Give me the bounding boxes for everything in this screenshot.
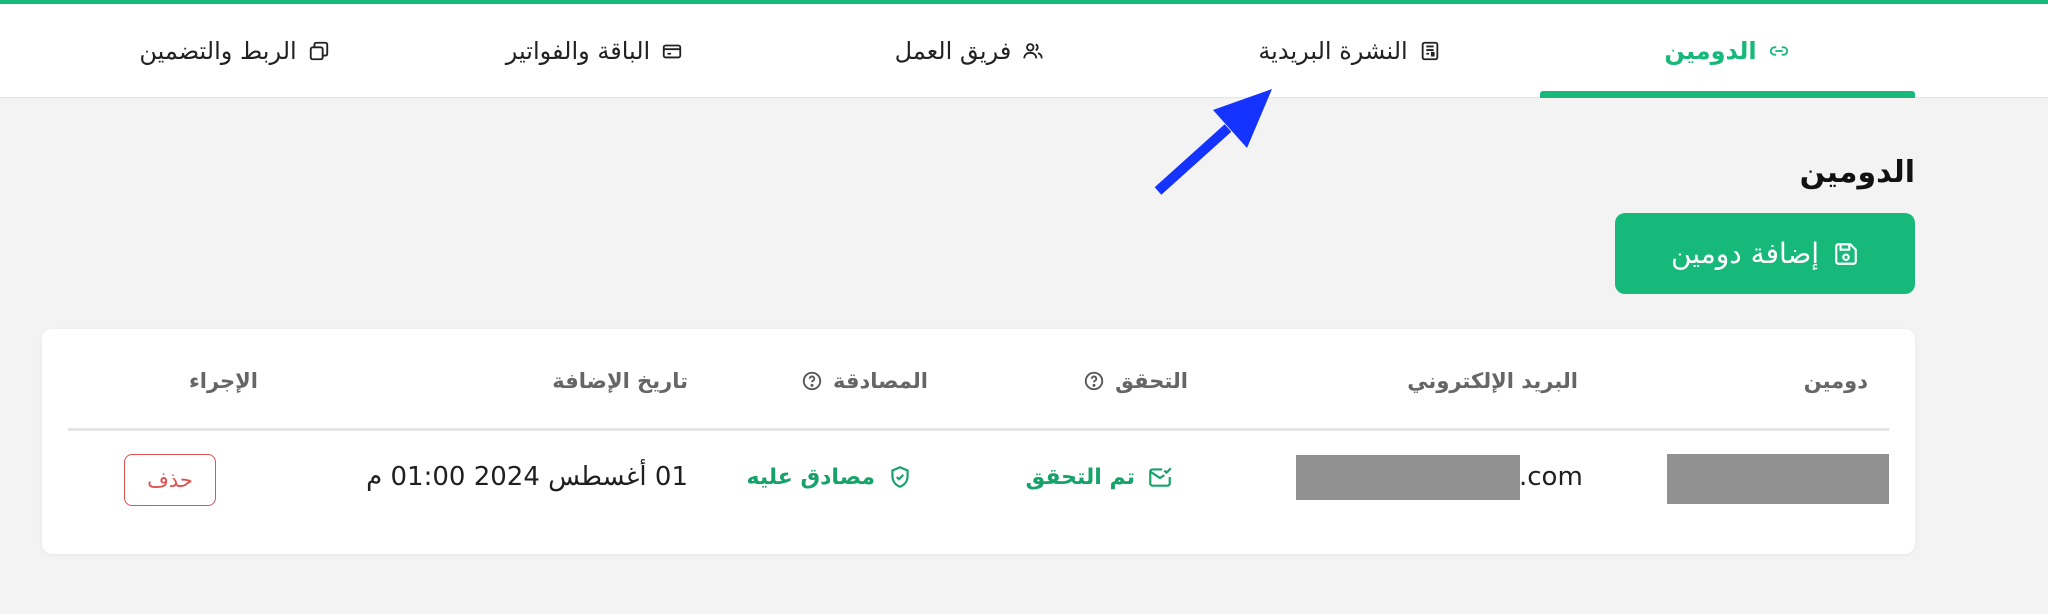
column-header-email: البريد الإلكتروني (1407, 369, 1578, 393)
email-suffix: .com (1519, 462, 1583, 492)
tab-label: النشرة البريدية (1258, 37, 1408, 65)
tab-label: الربط والتضمين (139, 37, 297, 65)
column-header-domain: دومين (1803, 369, 1868, 393)
header-divider (68, 428, 1889, 431)
tab-label: الدومين (1664, 37, 1757, 65)
add-domain-label: إضافة دومين (1670, 237, 1820, 270)
credit-card-icon (660, 39, 684, 63)
redacted-domain (1667, 454, 1889, 504)
settings-tabs: الدومين النشرة البريدية فريق العمل الباق… (0, 4, 2048, 98)
stack-icon (307, 39, 331, 63)
column-header-added-date: تاريخ الإضافة (552, 369, 688, 393)
users-icon (1021, 39, 1045, 63)
column-header-verification: التحقق (1083, 369, 1188, 393)
annotation-arrow-icon (1154, 89, 1272, 195)
tab-label: الباقة والفواتير (505, 37, 651, 65)
help-icon[interactable] (801, 370, 823, 392)
domains-table: دومين البريد الإلكتروني التحقق المصادقة … (42, 329, 1915, 554)
tab-domain[interactable]: الدومين (1540, 4, 1915, 98)
help-icon[interactable] (1083, 370, 1105, 392)
added-date: 01 أغسطس 2024 01:00 م (366, 462, 688, 492)
delete-button[interactable]: حذف (124, 454, 216, 506)
tab-label: فريق العمل (894, 37, 1012, 65)
page-title: الدومين (1799, 155, 1915, 190)
newsletter-icon (1418, 39, 1442, 63)
redacted-email-name (1296, 455, 1520, 500)
tab-plan-billing[interactable]: الباقة والفواتير (410, 4, 780, 98)
active-tab-indicator (1540, 91, 1915, 98)
column-header-action: الإجراء (189, 369, 258, 393)
link-icon (1767, 39, 1791, 63)
authentication-status: مصادق عليه (746, 464, 913, 490)
tab-team[interactable]: فريق العمل (780, 4, 1160, 98)
mail-check-icon (1147, 464, 1173, 490)
shield-check-icon (887, 464, 913, 490)
column-header-authentication: المصادقة (801, 369, 928, 393)
save-icon (1833, 241, 1859, 267)
tab-integrations[interactable]: الربط والتضمين (60, 4, 410, 98)
verification-status: تم التحقق (1026, 464, 1173, 490)
add-domain-button[interactable]: إضافة دومين (1615, 213, 1915, 294)
